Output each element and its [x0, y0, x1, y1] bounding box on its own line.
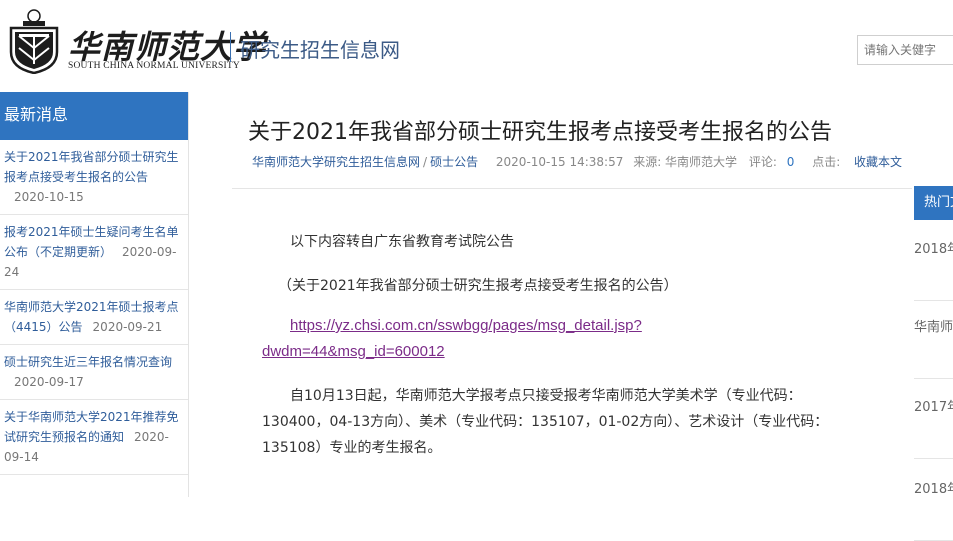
hot-article-item[interactable]: 华南师范大学拟录取 [914, 316, 953, 379]
news-item[interactable]: 华南师范大学2021年硕士报考点（4415）公告 2020-09-21 [0, 290, 188, 345]
news-item-date: 2020-10-15 [14, 190, 84, 204]
breadcrumb-home-link[interactable]: 华南师范大学研究生招生信息网 [252, 155, 420, 169]
site-header: 华南师范大学 SOUTH CHINA NORMAL UNIVERSITY 研究生… [0, 0, 953, 88]
university-logo-english: SOUTH CHINA NORMAL UNIVERSITY [68, 61, 240, 71]
hits-label: 点击: [812, 155, 841, 169]
article-title: 关于2021年我省部分硕士研究生报考点接受考生报名的公告 [248, 120, 832, 145]
favorite-article-link[interactable]: 收藏本文 [854, 153, 902, 170]
news-item-title[interactable]: 硕士研究生近三年报名情况查询 [4, 355, 172, 369]
article-link-block: https://yz.chsi.com.cn/sswbgg/pages/msg_… [262, 313, 842, 365]
comments-label: 评论: [748, 155, 777, 169]
news-item-date: 2020-09-21 [92, 320, 163, 334]
hot-articles-heading: 热门文章 [914, 186, 953, 220]
news-item[interactable]: 硕士研究生近三年报名情况查询 2020-09-17 [0, 345, 188, 400]
breadcrumb-separator: / [423, 155, 428, 169]
hot-article-item[interactable]: 2018年 [914, 478, 953, 541]
article-timestamp: 2020-10-15 14:38:57 [495, 155, 624, 169]
hot-article-item[interactable]: 2018年硕士单公示 [914, 238, 953, 301]
sidebar-heading: 最新消息 [0, 92, 188, 140]
article-paragraph: 以下内容转自广东省教育考试院公告 [290, 234, 514, 250]
article-paragraph: 自10月13日起，华南师范大学报考点只接受报考华南师范大学美术学（专业代码：13… [262, 388, 829, 456]
article-paragraph: （关于2021年我省部分硕士研究生报考点接受考生报名的公告） [278, 278, 678, 294]
header-divider [230, 32, 231, 62]
latest-news-sidebar: 最新消息 关于2021年我省部分硕士研究生报考点接受考生报名的公告 2020-10… [0, 92, 189, 497]
article: 关于2021年我省部分硕士研究生报考点接受考生报名的公告 华南师范大学研究生招生… [232, 92, 912, 497]
breadcrumb-section-link[interactable]: 硕士公告 [430, 155, 478, 169]
news-item[interactable]: 报考2021年硕士生疑问考生名单公布（不定期更新） 2020-09-24 [0, 215, 188, 290]
article-source: 来源: 华南师范大学 [633, 155, 738, 169]
news-item[interactable]: 关于2021年我省部分硕士研究生报考点接受考生报名的公告 2020-10-15 [0, 140, 188, 215]
news-item-date: 2020-09-17 [14, 375, 84, 389]
article-body: 以下内容转自广东省教育考试院公告 （关于2021年我省部分硕士研究生报考点接受考… [262, 229, 842, 461]
news-item[interactable]: 关于华南师范大学2021年推荐免试研究生预报名的通知 2020-09-14 [0, 400, 188, 475]
chsi-notice-link[interactable]: https://yz.chsi.com.cn/sswbgg/pages/msg_… [290, 317, 642, 334]
hot-article-item[interactable]: 2017年硕士单公示 [914, 396, 953, 459]
article-meta: 华南师范大学研究生招生信息网 / 硕士公告 2020-10-15 14:38:57 … [252, 153, 912, 170]
search-input[interactable] [857, 35, 953, 65]
site-title[interactable]: 研究生招生信息网 [240, 34, 400, 63]
news-item-title[interactable]: 关于2021年我省部分硕士研究生报考点接受考生报名的公告 [4, 150, 179, 184]
meta-divider [232, 188, 912, 189]
chsi-notice-link-cont[interactable]: dwdm=44&msg_id=600012 [262, 343, 445, 360]
hot-articles-sidebar: 热门文章 2018年硕士单公示 华南师范大学拟录取 2017年硕士单公示 201… [912, 186, 953, 541]
comments-count[interactable]: 0 [787, 155, 795, 169]
university-emblem-icon [9, 9, 59, 74]
